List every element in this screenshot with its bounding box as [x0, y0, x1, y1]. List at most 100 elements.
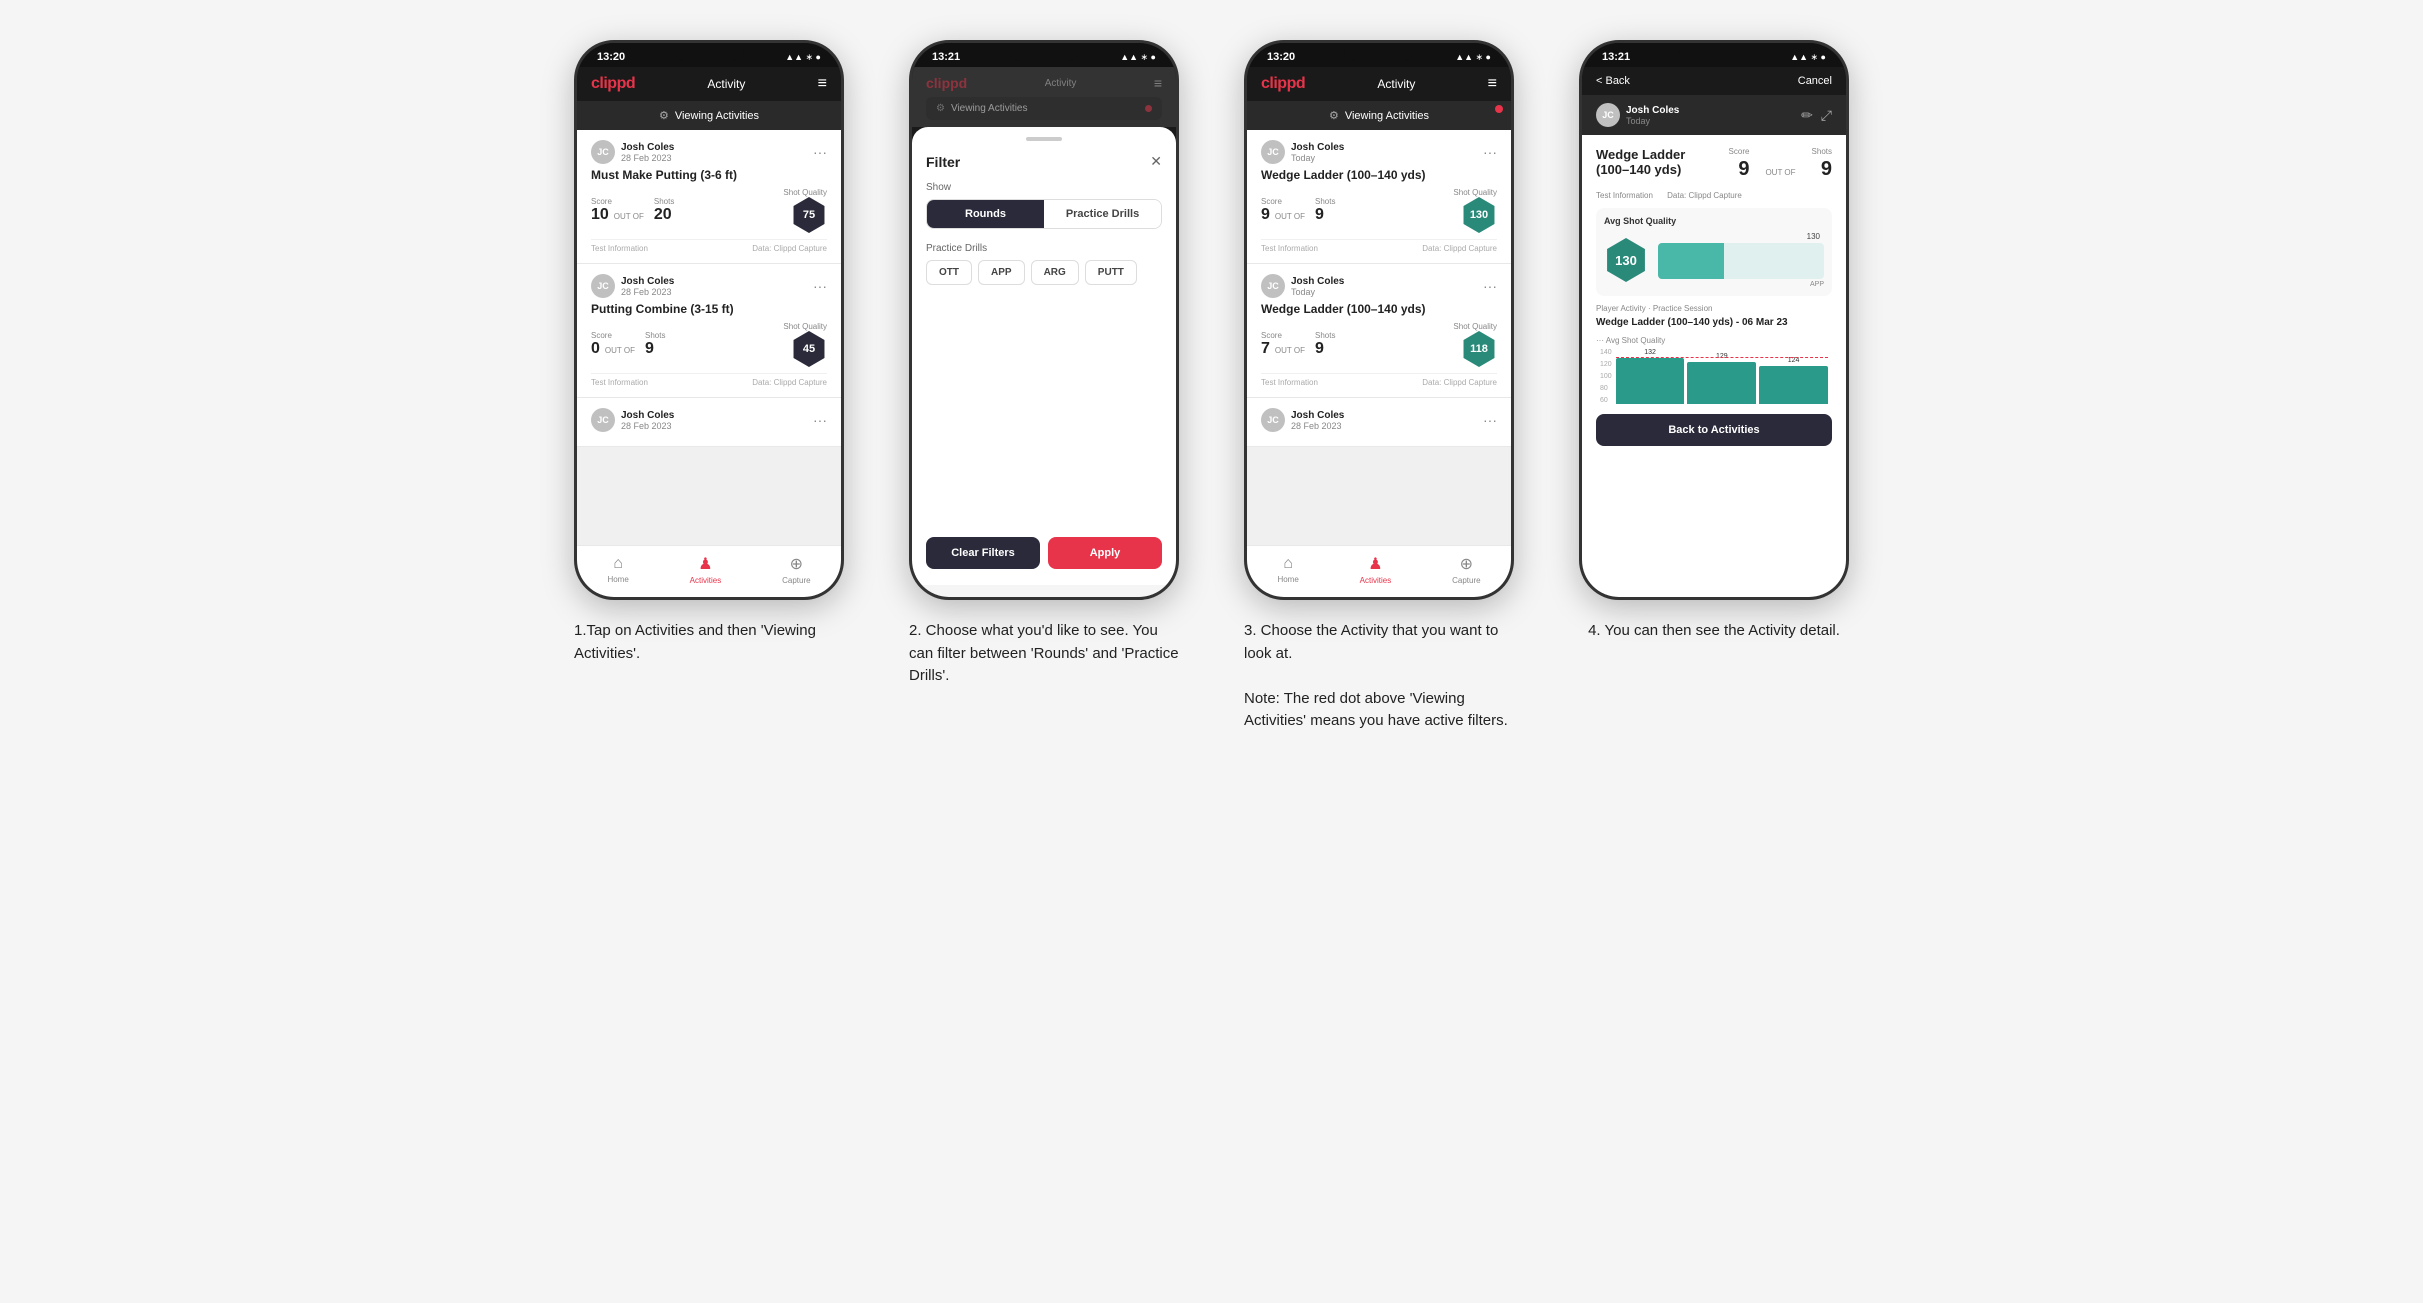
- close-btn-2[interactable]: ✕: [1150, 153, 1162, 170]
- chart-x-label-4: APP: [1810, 281, 1824, 288]
- shots-val-3-1: 9: [1315, 206, 1324, 223]
- red-dot-3: [1495, 105, 1503, 113]
- card-header-3-2: JC Josh Coles Today ···: [1261, 274, 1497, 298]
- card-footer-3-1: Test Information Data: Clippd Capture: [1261, 239, 1497, 253]
- drill-arg-2[interactable]: ARG: [1031, 260, 1079, 285]
- more-dots-1-1[interactable]: ···: [813, 144, 827, 160]
- phone-1: 13:20 ▲▲ ∗ ● clippd Activity ≡ ⚙ Viewing…: [574, 40, 844, 600]
- score-label-3-1: Score: [1261, 197, 1307, 206]
- viewing-bar-1[interactable]: ⚙ Viewing Activities: [577, 101, 841, 130]
- phone-column-4: 13:21 ▲▲ ∗ ● < Back Cancel JC Josh Coles…: [1567, 40, 1862, 643]
- hamburger-icon-3[interactable]: ≡: [1488, 75, 1497, 93]
- footer-left-3-1: Test Information: [1261, 244, 1318, 253]
- cancel-btn-4[interactable]: Cancel: [1798, 75, 1832, 87]
- rounds-btn-2[interactable]: Rounds: [927, 200, 1044, 228]
- score-col-3-2: Score 7 OUT OF: [1261, 331, 1307, 358]
- more-dots-3-1[interactable]: ···: [1483, 144, 1497, 160]
- phone-column-3: 13:20 ▲▲ ∗ ● clippd Activity ≡ ⚙ Viewing…: [1232, 40, 1527, 733]
- user-date-1-1: 28 Feb 2023: [621, 153, 674, 163]
- more-dots-1-2[interactable]: ···: [813, 278, 827, 294]
- shots-label-1-1: Shots: [654, 197, 674, 206]
- nav-capture-1[interactable]: ⊕ Capture: [782, 554, 810, 585]
- info-row-4: Test Information Data: Clippd Capture: [1596, 191, 1832, 200]
- back-to-activities-btn-4[interactable]: Back to Activities: [1596, 414, 1832, 446]
- activity-title-3-1: Wedge Ladder (100–140 yds): [1261, 168, 1497, 182]
- footer-left-3-2: Test Information: [1261, 378, 1318, 387]
- viewing-bar-3[interactable]: ⚙ Viewing Activities: [1247, 101, 1511, 130]
- edit-icon-4[interactable]: ✏: [1801, 107, 1813, 124]
- blurred-bg-2: clippd Activity ≡ ⚙ Viewing Activities: [912, 67, 1176, 127]
- more-dots-3-3[interactable]: ···: [1483, 412, 1497, 428]
- capture-icon-1: ⊕: [790, 554, 803, 574]
- score-col-1-2: Score 0 OUT OF: [591, 331, 637, 358]
- card-header-3-1: JC Josh Coles Today ···: [1261, 140, 1497, 164]
- detail-score-area-4: Score 9 OUT OF Shots 9: [1729, 147, 1832, 181]
- user-details-1-2: Josh Coles 28 Feb 2023: [621, 276, 674, 297]
- detail-title-4: Wedge Ladder (100–140 yds): [1596, 147, 1721, 177]
- card-header-3-3: JC Josh Coles 28 Feb 2023 ···: [1261, 408, 1497, 432]
- caption-1: 1.Tap on Activities and then 'Viewing Ac…: [574, 620, 844, 665]
- bar-group-3: 124: [1759, 357, 1828, 404]
- blurred-content-2: clippd Activity ≡ ⚙ Viewing Activities: [912, 67, 1176, 127]
- detail-score-cols-4: Score 9 OUT OF Shots 9: [1729, 147, 1832, 181]
- footer-left-1-2: Test Information: [591, 378, 648, 387]
- bottom-padding-2: [912, 585, 1176, 597]
- modal-handle-2: [1026, 137, 1062, 141]
- footer-left-1-1: Test Information: [591, 244, 648, 253]
- mini-bar-chart-4: [1658, 243, 1824, 279]
- user-info-3-2: JC Josh Coles Today: [1261, 274, 1344, 298]
- shots-val-1-2: 9: [645, 340, 654, 357]
- shots-val-4: 9: [1812, 158, 1832, 181]
- filter-icon-1: ⚙: [659, 109, 669, 122]
- footer-right-1-2: Data: Clippd Capture: [752, 378, 827, 387]
- user-details-3-3: Josh Coles 28 Feb 2023: [1291, 410, 1344, 431]
- drill-app-2[interactable]: APP: [978, 260, 1025, 285]
- back-btn-4[interactable]: < Back: [1596, 75, 1630, 87]
- y-label-140: 140: [1600, 349, 1612, 356]
- user-info-3-1: JC Josh Coles Today: [1261, 140, 1344, 164]
- show-label-2: Show: [926, 182, 1162, 193]
- mini-chart-4: 130 APP: [1658, 232, 1824, 288]
- activity-card-1-1[interactable]: JC Josh Coles 28 Feb 2023 ··· Must Make …: [577, 130, 841, 264]
- detail-title-row-4: Wedge Ladder (100–140 yds) Score 9 OUT O…: [1596, 147, 1832, 185]
- out-of-col-4: OUT OF: [1765, 166, 1795, 181]
- activity-card-1-3[interactable]: JC Josh Coles 28 Feb 2023 ···: [577, 398, 841, 447]
- expand-icon-4[interactable]: ⤢: [1821, 107, 1832, 124]
- nav-home-1[interactable]: ⌂ Home: [607, 555, 628, 584]
- apply-btn-2[interactable]: Apply: [1048, 537, 1162, 569]
- nav-home-label-3: Home: [1277, 575, 1298, 584]
- score-label-1-2: Score: [591, 331, 637, 340]
- nav-activities-1[interactable]: ♟ Activities: [690, 554, 722, 585]
- nav-activities-3[interactable]: ♟ Activities: [1360, 554, 1392, 585]
- more-dots-3-2[interactable]: ···: [1483, 278, 1497, 294]
- user-details-1-1: Josh Coles 28 Feb 2023: [621, 142, 674, 163]
- more-dots-1-3[interactable]: ···: [813, 412, 827, 428]
- activity-title-3-2: Wedge Ladder (100–140 yds): [1261, 302, 1497, 316]
- sq-col-1-1: Shot Quality 75: [783, 188, 827, 233]
- hamburger-icon-1[interactable]: ≡: [818, 75, 827, 93]
- chart-max-label-4: 130: [1658, 232, 1824, 241]
- activity-card-1-2[interactable]: JC Josh Coles 28 Feb 2023 ··· Putting Co…: [577, 264, 841, 398]
- clear-filters-btn-2[interactable]: Clear Filters: [926, 537, 1040, 569]
- bar-label-1: 132: [1644, 349, 1656, 356]
- user-info-1-3: JC Josh Coles 28 Feb 2023: [591, 408, 674, 432]
- activity-card-3-2[interactable]: JC Josh Coles Today ··· Wedge Ladder (10…: [1247, 264, 1511, 398]
- nav-home-3[interactable]: ⌂ Home: [1277, 555, 1298, 584]
- sq-badge-1-2: 45: [791, 331, 827, 367]
- practice-drills-btn-2[interactable]: Practice Drills: [1044, 200, 1161, 228]
- activity-card-3-1[interactable]: JC Josh Coles Today ··· Wedge Ladder (10…: [1247, 130, 1511, 264]
- status-icons-2: ▲▲ ∗ ●: [1120, 52, 1156, 63]
- nav-capture-3[interactable]: ⊕ Capture: [1452, 554, 1480, 585]
- user-date-1-3: 28 Feb 2023: [621, 421, 674, 431]
- sq-badge-1-1: 75: [791, 197, 827, 233]
- y-label-60: 60: [1600, 397, 1612, 404]
- card-footer-1-2: Test Information Data: Clippd Capture: [591, 373, 827, 387]
- score-col-label-4: Score: [1729, 147, 1750, 156]
- activity-card-3-3[interactable]: JC Josh Coles 28 Feb 2023 ···: [1247, 398, 1511, 447]
- drill-ott-2[interactable]: OTT: [926, 260, 972, 285]
- sq-badge-3-1: 130: [1461, 197, 1497, 233]
- user-date-3-2: Today: [1291, 287, 1344, 297]
- drill-putt-2[interactable]: PUTT: [1085, 260, 1137, 285]
- phone-notch-3: [1344, 43, 1414, 61]
- sq-label-3-1: Shot Quality: [1453, 188, 1497, 197]
